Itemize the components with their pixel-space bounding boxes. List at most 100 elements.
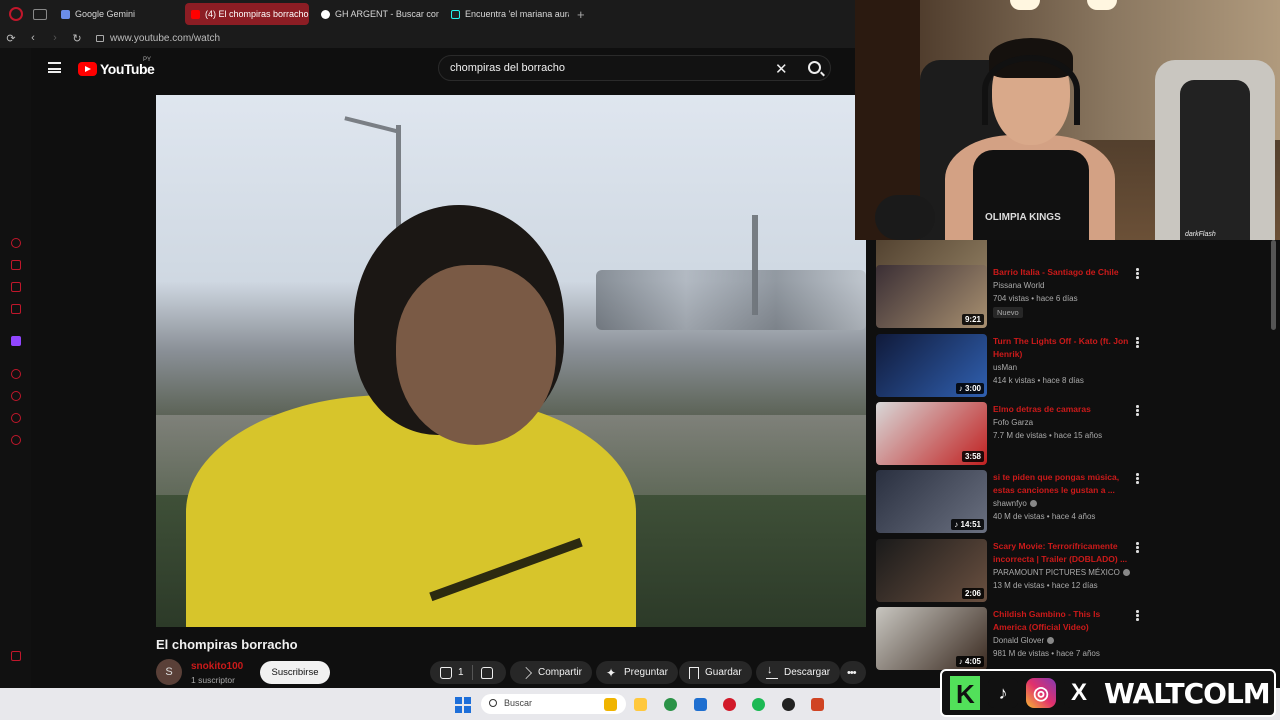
steam-taskbar-icon[interactable] — [782, 698, 795, 711]
save-label: Guardar — [705, 667, 742, 678]
explorer-taskbar-icon[interactable] — [634, 698, 647, 711]
tab-islands-icon[interactable] — [33, 8, 47, 20]
tiktok-icon: ♪ — [988, 678, 1018, 708]
more-vert-icon[interactable] — [1136, 337, 1139, 348]
more-vert-icon[interactable] — [1136, 405, 1139, 416]
recommendation-meta: 40 M de vistas • hace 4 años — [993, 512, 1096, 521]
recommendation-thumbnail[interactable]: 2:06 — [876, 539, 987, 602]
recommendation-title[interactable]: Scary Movie: Terrorífricamente incorrect… — [993, 540, 1133, 565]
recommendation-item[interactable]: 2:06 Scary Movie: Terrorífricamente incor… — [876, 539, 1166, 603]
recommendation-channel[interactable]: Pissana World — [993, 281, 1044, 290]
aria-icon[interactable] — [11, 238, 21, 248]
recommendation-channel[interactable]: usMan — [993, 363, 1017, 372]
ask-button[interactable]: ✦ Preguntar — [596, 661, 678, 684]
video-player[interactable] — [156, 95, 866, 627]
recommendation-item[interactable]: ♪ 3:00 Turn The Lights Off - Kato (ft. Jo… — [876, 334, 1166, 398]
recommendation-channel[interactable]: shawnfyo — [993, 499, 1037, 508]
like-icon[interactable] — [440, 666, 452, 679]
subscribe-button[interactable]: Suscribirse — [260, 661, 330, 684]
streamer-jersey — [973, 150, 1089, 240]
messenger-icon[interactable] — [11, 282, 21, 292]
country-code: PY — [143, 57, 152, 63]
tab-youtube-video[interactable]: (4) El chompiras borracho — [185, 3, 309, 25]
recommendation-thumbnail[interactable]: ♪ 3:00 — [876, 334, 987, 397]
recommendation-thumbnail[interactable]: 9:21 — [876, 265, 987, 328]
recommendation-item[interactable]: ♪ 14:51 si te piden que pongas música, es… — [876, 470, 1166, 534]
recommendation-item[interactable]: 9:21 Barrio Italia - Santiago de Chile Pis… — [876, 265, 1166, 329]
pinboard-icon[interactable] — [11, 413, 21, 423]
whatsapp-icon[interactable] — [11, 304, 21, 314]
recommendation-title[interactable]: Turn The Lights Off - Kato (ft. Jon Henr… — [993, 335, 1133, 360]
recommendation-item[interactable]: ♪ 4:05 Childish Gambino - This Is America… — [876, 607, 1166, 671]
dislike-icon[interactable] — [480, 666, 493, 679]
url-field[interactable]: www.youtube.com/watch — [110, 33, 220, 44]
reload-icon[interactable]: ⟳ — [0, 32, 22, 45]
video-duration: ♪ 4:05 — [955, 656, 984, 667]
more-vert-icon[interactable] — [1136, 268, 1139, 279]
search-input[interactable]: chompiras del borracho — [450, 62, 565, 74]
history-icon[interactable] — [11, 391, 21, 401]
tab-label: (4) El chompiras borracho — [205, 9, 309, 19]
sidebar-scrollbar[interactable] — [1271, 240, 1276, 330]
windows-start-icon[interactable] — [455, 697, 471, 713]
opera-taskbar-icon[interactable] — [723, 698, 736, 711]
taskbar-search-placeholder: Buscar — [504, 698, 533, 708]
video-duration: 3:58 — [961, 451, 984, 462]
save-button[interactable]: Guardar — [679, 661, 752, 684]
x-icon: X — [1064, 678, 1094, 708]
chrome-taskbar-icon[interactable] — [664, 698, 677, 711]
recommendation-title[interactable]: Barrio Italia - Santiago de Chile — [993, 266, 1133, 279]
share-icon — [520, 666, 532, 679]
recommendation-meta: 981 M de vistas • hace 7 años — [993, 649, 1100, 658]
tab-tiktok[interactable]: Encuentra 'el mariana aura — [445, 3, 569, 25]
powerpoint-taskbar-icon[interactable] — [811, 698, 824, 711]
share-button[interactable]: Compartir — [510, 661, 592, 684]
recommendation-meta: 7.7 M de vistas • hace 15 años — [993, 431, 1103, 440]
search-box[interactable]: chompiras del borracho ✕ — [438, 55, 831, 81]
recommendation-title[interactable]: Elmo detras de camaras — [993, 403, 1133, 416]
download-button[interactable]: Descargar — [756, 661, 841, 684]
recommendation-thumbnail[interactable]: ♪ 14:51 — [876, 470, 987, 533]
search-icon[interactable] — [808, 61, 821, 74]
channel-name-text: Pissana World — [993, 281, 1045, 290]
menu-icon[interactable] — [48, 62, 61, 73]
new-tab-button[interactable]: + — [577, 7, 585, 22]
opera-logo-icon[interactable] — [9, 7, 23, 21]
download-icon — [766, 664, 778, 679]
download-label: Descargar — [784, 667, 831, 678]
files-taskbar-icon[interactable] — [604, 698, 617, 711]
spotify-taskbar-icon[interactable] — [752, 698, 765, 711]
more-vert-icon[interactable] — [1136, 473, 1139, 484]
recommendation-channel[interactable]: Donald Glover — [993, 636, 1055, 645]
youtube-logo[interactable]: YouTube PY — [78, 57, 155, 77]
channel-avatar[interactable]: S — [156, 659, 182, 685]
channel-name-text: Fofo Garza — [993, 418, 1034, 427]
video-title: El chompiras borracho — [156, 637, 298, 652]
settings-icon[interactable] — [11, 435, 21, 445]
store-taskbar-icon[interactable] — [694, 698, 707, 711]
player-icon[interactable] — [11, 369, 21, 379]
back-icon[interactable]: ‹ — [22, 32, 44, 44]
more-vert-icon[interactable] — [1136, 610, 1139, 621]
twitch-icon[interactable] — [11, 336, 21, 346]
duration-text: 4:05 — [964, 657, 981, 666]
bookmark-icon — [689, 666, 699, 679]
forward-icon[interactable]: › — [44, 32, 66, 44]
refresh-icon[interactable]: ↻ — [66, 32, 88, 45]
recommendation-channel[interactable]: Fofo Garza — [993, 418, 1033, 427]
recommendation-channel[interactable]: PARAMOUNT PICTURES MÉXICO — [993, 568, 1130, 577]
recommendation-title[interactable]: si te piden que pongas música, estas can… — [993, 471, 1133, 496]
tab-google-gemini[interactable]: Google Gemini — [55, 3, 179, 25]
recommendation-item[interactable]: 3:58 Elmo detras de camaras Fofo Garza 7.7 … — [876, 402, 1166, 466]
video-frame-cars — [596, 270, 866, 330]
recommendation-thumbnail[interactable]: ♪ 4:05 — [876, 607, 987, 670]
channel-name[interactable]: snokito100 — [191, 661, 243, 672]
more-icon[interactable] — [11, 651, 21, 661]
recommendation-thumbnail[interactable]: 3:58 — [876, 402, 987, 465]
tab-google-search[interactable]: GH ARGENT - Buscar con — [315, 3, 439, 25]
clear-search-icon[interactable]: ✕ — [775, 60, 788, 78]
more-actions-button[interactable]: ••• — [840, 661, 866, 684]
workspace-icon[interactable] — [11, 260, 21, 270]
more-vert-icon[interactable] — [1136, 542, 1139, 553]
recommendation-title[interactable]: Childish Gambino - This Is America (Offi… — [993, 608, 1133, 633]
